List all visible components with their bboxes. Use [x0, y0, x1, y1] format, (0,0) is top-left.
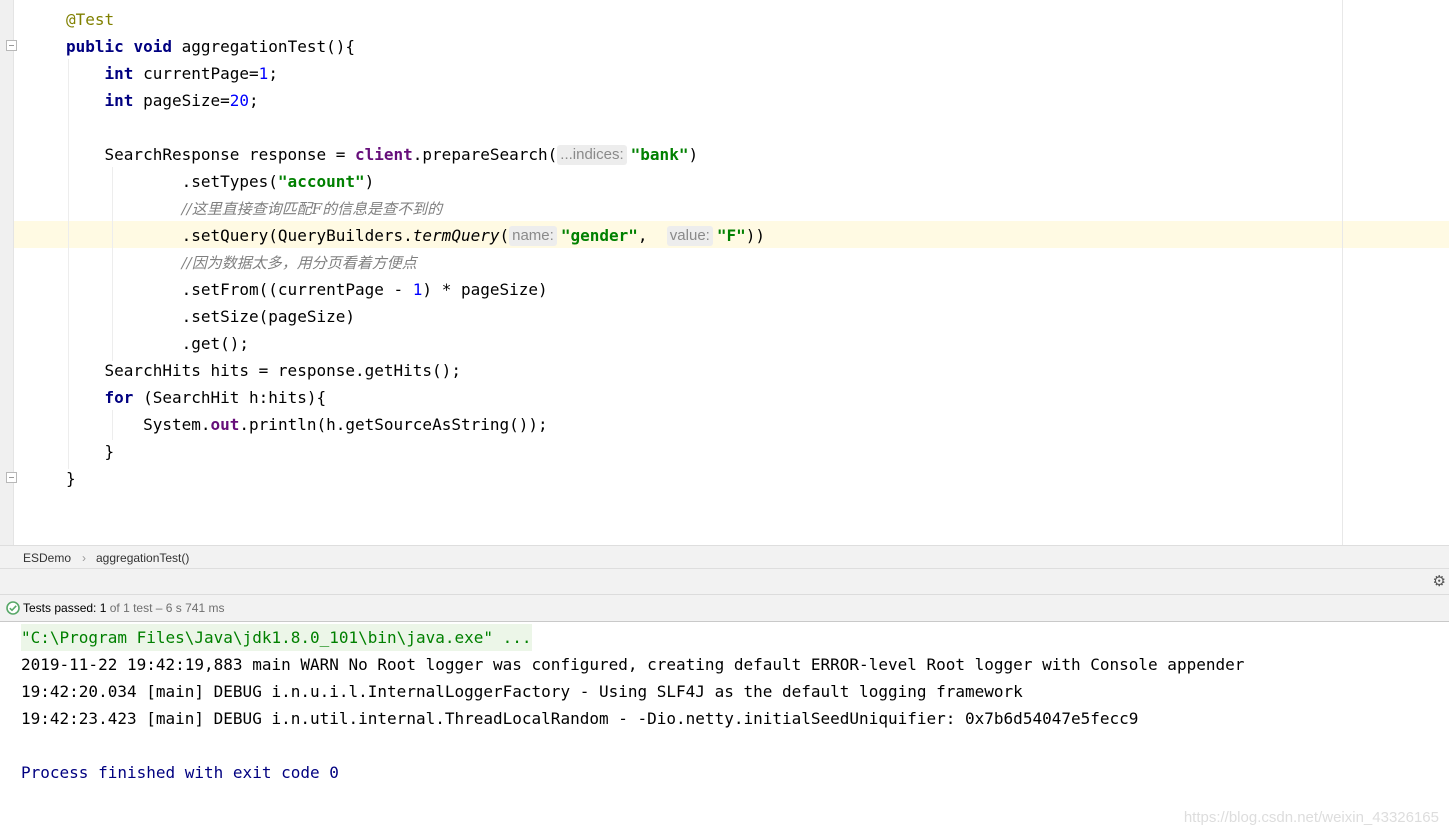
code-token: ;: [249, 91, 259, 110]
code-token: ,: [637, 226, 667, 245]
code-token: .println(h.getSourceAsString());: [239, 415, 548, 434]
code-token: (: [499, 226, 510, 245]
code-token: ): [688, 145, 699, 164]
code-token: pageSize=: [133, 91, 230, 110]
code-line[interactable]: public void aggregationTest(){: [66, 33, 355, 60]
code-editor[interactable]: @Test public void aggregationTest(){ int …: [0, 0, 1449, 545]
code-token: "F": [716, 226, 746, 245]
status-detail: of 1 test – 6 s 741 ms: [109, 601, 225, 615]
code-line[interactable]: .setQuery(QueryBuilders.termQuery(name: "…: [66, 222, 765, 249]
watermark: https://blog.csdn.net/weixin_43326165: [1183, 809, 1439, 826]
code-token: int: [104, 91, 134, 110]
code-token: )): [745, 226, 765, 245]
code-token: }: [66, 442, 115, 461]
code-line[interactable]: @Test: [66, 6, 114, 33]
breadcrumb-separator: ›: [82, 551, 86, 565]
code-token: ) * pageSize): [422, 280, 548, 299]
code-line[interactable]: //因为数据太多，用分页看着方便点: [66, 249, 417, 276]
code-line[interactable]: .get();: [66, 330, 249, 357]
code-token: client: [354, 145, 413, 164]
code-token: "bank": [630, 145, 689, 164]
console-command-line[interactable]: "C:\Program Files\Java\jdk1.8.0_101\bin\…: [21, 624, 532, 651]
test-status-text: Tests passed: 1 of 1 test – 6 s 741 ms: [23, 601, 224, 615]
code-token: aggregationTest(){: [171, 37, 355, 56]
code-token: currentPage=: [133, 64, 259, 83]
breadcrumb: ESDemo › aggregationTest(): [0, 545, 1449, 569]
code-line[interactable]: SearchHits hits = response.getHits();: [66, 357, 461, 384]
check-circle-icon: [6, 601, 20, 615]
code-token: SearchResponse response =: [66, 145, 355, 164]
code-token: void: [133, 37, 172, 56]
code-line[interactable]: .setFrom((currentPage - 1) * pageSize): [66, 276, 548, 303]
run-toolbar: ⚙: [0, 569, 1449, 594]
console-log-line: 19:42:23.423 [main] DEBUG i.n.util.inter…: [21, 709, 1139, 728]
fold-marker-icon[interactable]: [6, 472, 17, 483]
parameter-hint: value:: [666, 226, 713, 246]
breadcrumb-item-class[interactable]: ESDemo: [23, 551, 71, 565]
code-token: "gender": [560, 226, 638, 245]
code-line[interactable]: int pageSize=20;: [66, 87, 259, 114]
code-token: .setFrom((currentPage -: [66, 280, 413, 299]
code-line[interactable]: //这里直接查询匹配F的信息是查不到的: [66, 195, 443, 222]
code-token: @Test: [66, 10, 115, 29]
status-label: Tests passed:: [23, 601, 97, 615]
code-token: SearchHits hits = response.getHits();: [66, 361, 461, 380]
code-token: for: [104, 388, 134, 407]
code-token: int: [104, 64, 134, 83]
code-token: 1: [412, 280, 423, 299]
console-log-line: 19:42:20.034 [main] DEBUG i.n.u.i.l.Inte…: [21, 682, 1023, 701]
code-token: (SearchHit h:hits){: [133, 388, 327, 407]
code-comment: //因为数据太多，用分页看着方便点: [181, 254, 417, 272]
code-line[interactable]: .setSize(pageSize): [66, 303, 355, 330]
code-token: 1: [258, 64, 269, 83]
code-token: .setQuery(QueryBuilders.: [66, 226, 413, 245]
code-comment: //这里直接查询匹配F的信息是查不到的: [181, 200, 443, 218]
code-line[interactable]: }: [66, 465, 76, 492]
code-line[interactable]: System.out.println(h.getSourceAsString()…: [66, 411, 548, 438]
code-token: .get();: [66, 334, 250, 353]
editor-gutter[interactable]: [0, 0, 17, 545]
code-token: ;: [268, 64, 278, 83]
status-passed-count: 1: [99, 601, 107, 615]
code-token: }: [66, 469, 76, 488]
code-token: ): [364, 172, 375, 191]
console-exit-message: Process finished with exit code 0: [21, 763, 339, 782]
code-token: .prepareSearch(: [412, 145, 558, 164]
code-token: out: [210, 415, 240, 434]
console-output[interactable]: "C:\Program Files\Java\jdk1.8.0_101\bin\…: [0, 622, 1449, 839]
code-line[interactable]: }: [66, 438, 115, 465]
gear-icon[interactable]: ⚙: [1433, 572, 1446, 590]
code-line[interactable]: for (SearchHit h:hits){: [66, 384, 327, 411]
code-token: .setSize(pageSize): [66, 307, 355, 326]
code-line[interactable]: .setTypes("account"): [66, 168, 375, 195]
code-token: "account": [277, 172, 365, 191]
parameter-hint: ...indices:: [557, 145, 627, 165]
parameter-hint: name:: [509, 226, 557, 246]
code-token: public: [66, 37, 124, 56]
code-line[interactable]: SearchResponse response = client.prepare…: [66, 141, 698, 168]
right-margin-guide: [1342, 0, 1343, 545]
code-token: 20: [229, 91, 250, 110]
code-token: .setTypes(: [66, 172, 278, 191]
console-log-line: 2019-11-22 19:42:19,883 main WARN No Roo…: [21, 655, 1245, 674]
code-line[interactable]: int currentPage=1;: [66, 60, 278, 87]
test-status-bar: Tests passed: 1 of 1 test – 6 s 741 ms: [0, 594, 1449, 622]
code-token: termQuery: [412, 226, 500, 245]
breadcrumb-item-method[interactable]: aggregationTest(): [96, 551, 189, 565]
code-token: System.: [66, 415, 211, 434]
fold-marker-icon[interactable]: [6, 40, 17, 51]
